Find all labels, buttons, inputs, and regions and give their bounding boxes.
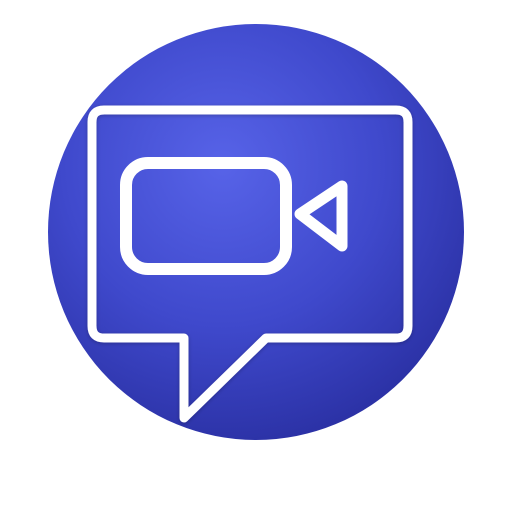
app-icon-canvas — [0, 0, 512, 512]
badge-circle — [48, 24, 464, 440]
video-chat-icon — [48, 24, 464, 440]
